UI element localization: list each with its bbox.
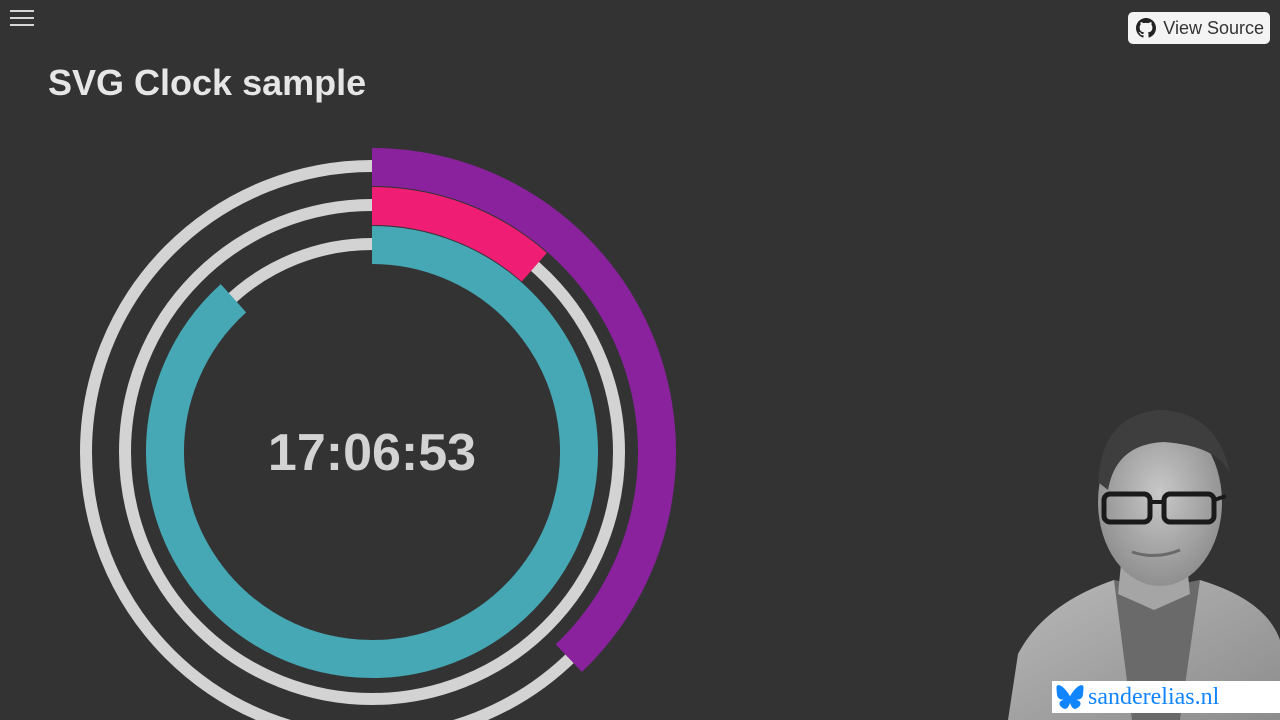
page: View Source SVG Clock sample 17:06:53 sa…: [0, 0, 1280, 720]
portrait-photo: [1008, 410, 1280, 720]
view-source-button[interactable]: View Source: [1128, 12, 1270, 44]
site-badge-link[interactable]: sanderelias.nl: [1052, 681, 1280, 713]
view-source-label: View Source: [1163, 17, 1264, 38]
butterfly-icon: [1056, 685, 1084, 709]
svg-clock: 17:06:53: [80, 148, 676, 720]
site-name: sanderelias.nl: [1088, 684, 1220, 710]
clock-time: 17:06:53: [268, 424, 476, 482]
github-icon: [1136, 18, 1157, 38]
